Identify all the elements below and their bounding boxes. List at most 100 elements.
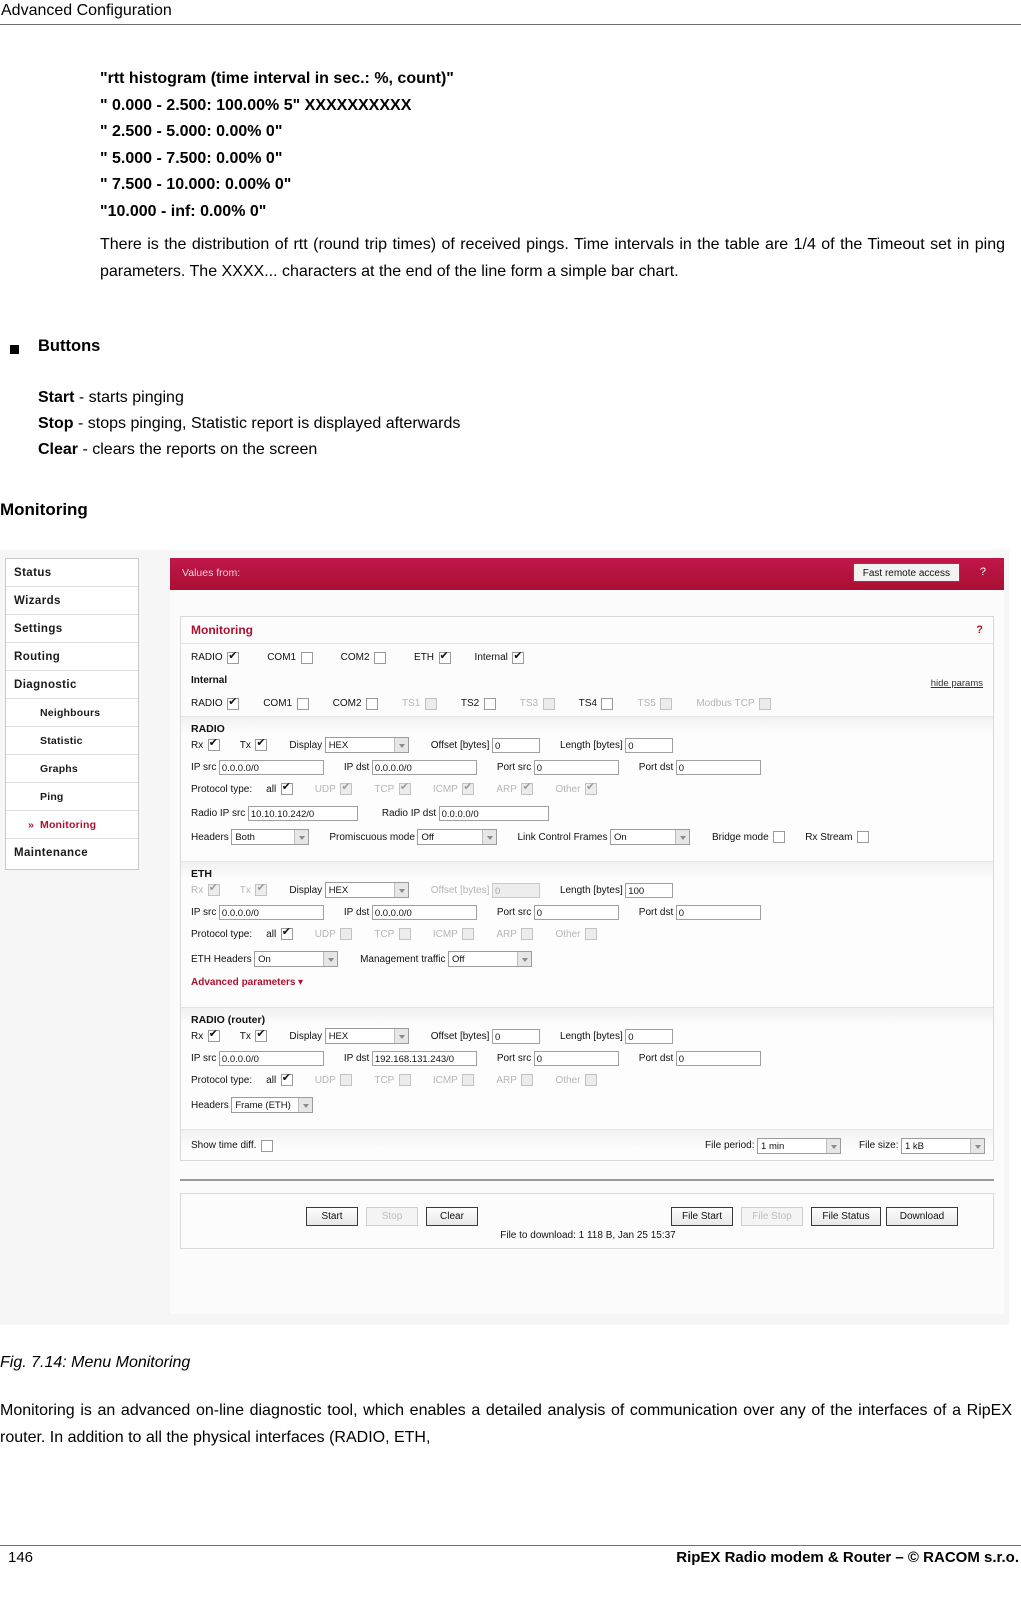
internal-checkbox-com1[interactable] [296, 697, 309, 710]
show-time-diff-checkbox[interactable] [260, 1139, 273, 1152]
sidebar-item-routing[interactable]: Routing [6, 643, 138, 671]
internal-checkbox-ts2[interactable] [483, 697, 496, 710]
protocol-checkbox-all[interactable] [280, 926, 293, 940]
port-dst-input[interactable]: 0 [675, 905, 761, 920]
rx-stream-checkbox[interactable] [856, 831, 869, 843]
ip-src-label: IP src [191, 762, 217, 773]
promiscuous-mode-select[interactable]: Off [417, 829, 498, 845]
interface-label-eth: ETH [414, 651, 435, 663]
bridge-mode-label: Bridge mode [711, 831, 769, 843]
link-control-frames-select[interactable]: On [609, 829, 690, 845]
ip-src-input[interactable]: 0.0.0.0/0 [218, 760, 324, 775]
internal-label-ts1: TS1 [402, 697, 421, 709]
button-name-stop: Stop [38, 415, 74, 432]
button-desc-clear: - clears the reports on the screen [78, 441, 318, 458]
download-button[interactable]: Download [886, 1207, 958, 1226]
tx-checkbox[interactable] [255, 1028, 268, 1042]
rx-checkbox[interactable] [207, 737, 220, 751]
ip-dst-input[interactable]: 0.0.0.0/0 [371, 760, 477, 775]
interface-checkbox-eth[interactable] [438, 650, 451, 664]
internal-checkbox-com2[interactable] [366, 697, 379, 710]
rx-checkbox [207, 882, 220, 896]
radio-ip-src-input[interactable]: 10.10.10.242/0 [247, 806, 358, 821]
display-select[interactable]: HEX [324, 882, 409, 898]
headers-select[interactable]: Both [231, 829, 310, 845]
port-src-input[interactable]: 0 [533, 905, 619, 920]
port-dst-label: Port dst [638, 907, 674, 918]
offset-input[interactable]: 0 [491, 1028, 540, 1044]
management-traffic-select[interactable]: Off [448, 951, 533, 967]
length-input[interactable]: 0 [625, 1028, 674, 1044]
ip-src-input[interactable]: 0.0.0.0/0 [218, 905, 324, 920]
advanced-parameters-link[interactable]: Advanced parameters [191, 977, 296, 988]
interface-checkbox-radio[interactable] [227, 650, 240, 664]
port-dst-input[interactable]: 0 [675, 760, 761, 775]
rx-checkbox[interactable] [207, 1028, 220, 1042]
sidebar-item-settings[interactable]: Settings [6, 615, 138, 643]
display-select[interactable]: HEX [324, 1028, 409, 1044]
protocol-checkbox-tcp [398, 928, 411, 940]
internal-checkbox-radio[interactable] [227, 696, 240, 710]
start-button[interactable]: Start [306, 1207, 358, 1226]
ip-dst-input[interactable]: 0.0.0.0/0 [371, 905, 477, 920]
row-display-radio-router: Rx Tx Display HEXOffset [bytes] 0Length … [181, 1028, 993, 1051]
file-start-button[interactable]: File Start [671, 1207, 733, 1226]
interface-checkbox-com1[interactable] [300, 651, 313, 664]
interface-label-internal: Internal [474, 651, 508, 663]
sidebar-item-statistic[interactable]: Statistic [6, 727, 138, 755]
interface-checkbox-com2[interactable] [374, 651, 387, 664]
offset-input[interactable]: 0 [491, 737, 540, 753]
length-input[interactable]: 0 [625, 737, 674, 753]
button-descriptions: Start - starts pinging Stop - stops ping… [38, 385, 460, 463]
file-period-select[interactable]: 1 min [757, 1137, 842, 1154]
display-select[interactable]: HEX [324, 737, 409, 753]
ip-src-label: IP src [191, 907, 217, 918]
protocol-checkbox-all[interactable] [280, 1072, 293, 1086]
sidebar-item-ping[interactable]: Ping [6, 783, 138, 811]
sidebar-item-wizards[interactable]: Wizards [6, 587, 138, 615]
headers-select[interactable]: Frame (ETH) [231, 1097, 314, 1113]
page-header-title: Advanced Configuration [1, 2, 172, 19]
file-size-label: File size: [859, 1139, 899, 1151]
radio-ip-dst-input[interactable]: 0.0.0.0/0 [438, 806, 549, 821]
monitoring-panel: Monitoring?RADIO COM1 COM2 ETH Internal … [180, 616, 994, 1161]
length-input[interactable]: 100 [625, 882, 674, 898]
panel-help-icon[interactable]: ? [976, 617, 983, 643]
rx-label: Rx [191, 1030, 204, 1042]
internal-label-com1: COM1 [263, 697, 293, 709]
port-src-input[interactable]: 0 [533, 1051, 619, 1066]
file-status-button[interactable]: File Status [811, 1207, 881, 1226]
download-note: File to download: 1 118 B, Jan 25 15:37 [500, 1230, 676, 1241]
sidebar-item-maintenance[interactable]: Maintenance [6, 839, 138, 867]
clear-button[interactable]: Clear [426, 1207, 478, 1226]
bridge-mode-checkbox[interactable] [773, 831, 786, 843]
interface-label-com1: COM1 [267, 651, 297, 663]
file-size-select[interactable]: 1 kB [901, 1137, 985, 1154]
port-dst-input[interactable]: 0 [675, 1051, 761, 1066]
section-radio-router: RADIO (router) Rx Tx Display HEX Offset [b… [181, 1007, 993, 1129]
ip-src-input[interactable]: 0.0.0.0/0 [218, 1051, 324, 1066]
display-label: Display [289, 739, 323, 751]
chevron-down-icon[interactable]: ▾ [298, 977, 303, 988]
ip-dst-input[interactable]: 192.168.131.243/0 [371, 1051, 477, 1066]
sidebar-item-monitoring[interactable]: » Monitoring [6, 811, 138, 839]
offset-label: Offset [bytes] [430, 884, 490, 896]
protocol-checkbox-all[interactable] [280, 781, 293, 795]
sidebar-item-status[interactable]: Status [6, 559, 138, 587]
topbar-help-icon[interactable]: ? [980, 566, 986, 578]
button-name-start: Start [38, 389, 75, 406]
section-radio: RADIORx Tx Display HEXOffset [bytes] 0Le… [181, 716, 993, 861]
internal-checkbox-ts4[interactable] [601, 697, 614, 710]
port-src-input[interactable]: 0 [533, 760, 619, 775]
radio-ip-src-label: Radio IP src [191, 808, 246, 819]
rx-stream-label: Rx Stream [805, 831, 853, 843]
tx-checkbox[interactable] [255, 737, 268, 751]
panel-separator [180, 1179, 994, 1181]
sidebar-item-label: Neighbours [40, 707, 101, 719]
sidebar-item-graphs[interactable]: Graphs [6, 755, 138, 783]
sidebar-item-neighbours[interactable]: Neighbours [6, 699, 138, 727]
fast-remote-access-button[interactable]: Fast remote access [852, 563, 960, 582]
interface-checkbox-internal[interactable] [512, 650, 525, 664]
eth-headers-select[interactable]: On [254, 951, 339, 967]
sidebar-item-diagnostic[interactable]: Diagnostic [6, 671, 138, 699]
